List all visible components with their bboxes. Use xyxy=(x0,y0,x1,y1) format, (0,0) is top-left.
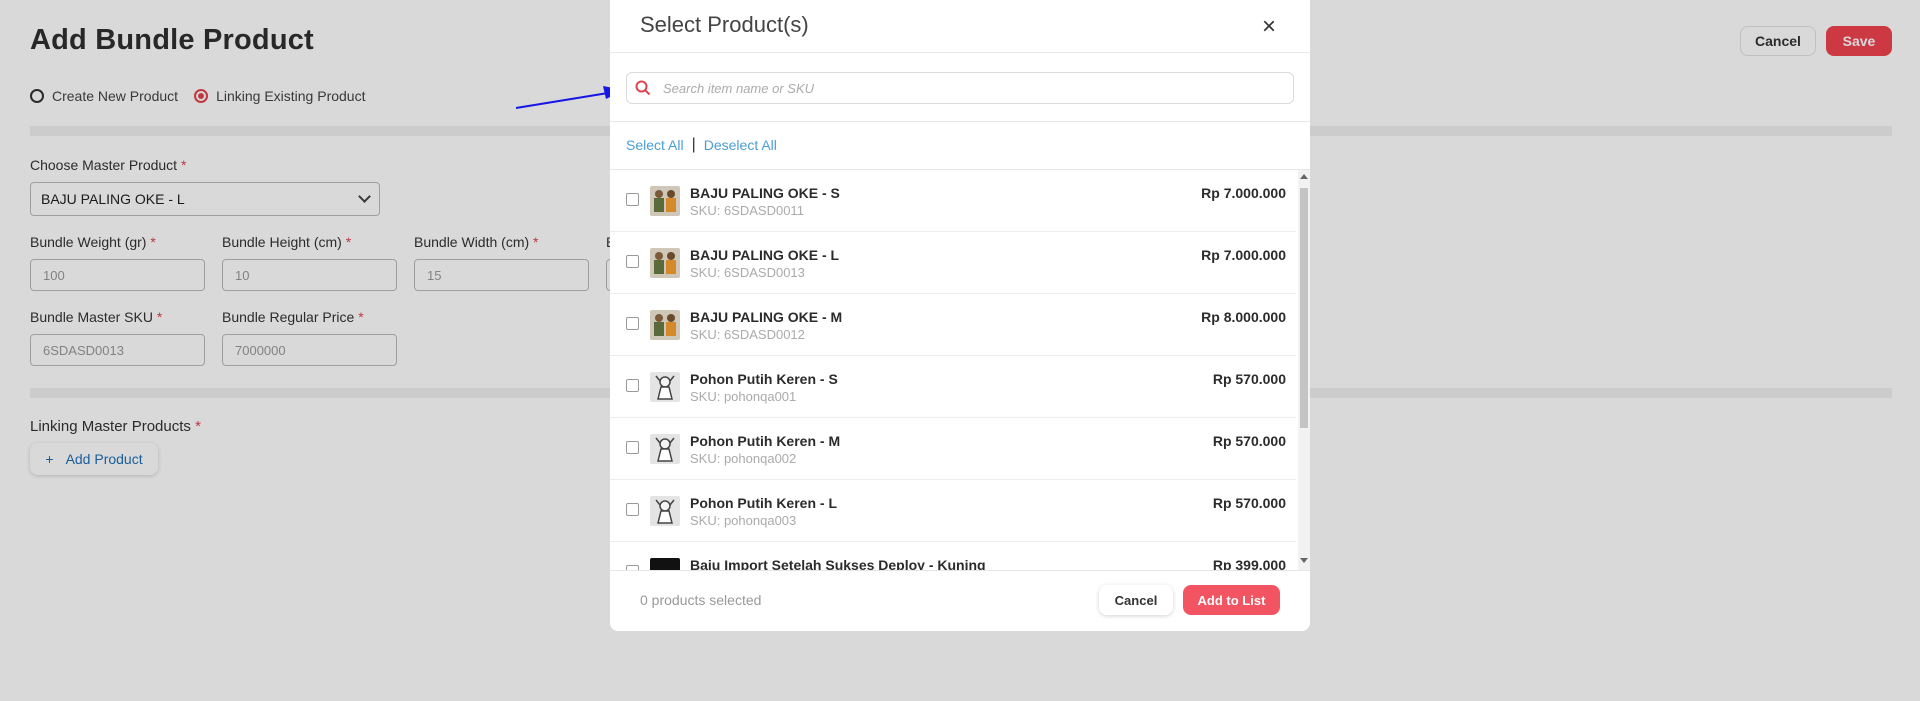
product-checkbox[interactable] xyxy=(626,503,639,516)
product-name: Pohon Putih Keren - S xyxy=(690,371,838,387)
select-all-link[interactable]: Select All xyxy=(626,137,684,153)
selected-count: 0 products selected xyxy=(640,592,762,608)
product-checkbox[interactable] xyxy=(626,379,639,392)
modal-title: Select Product(s) xyxy=(640,12,809,37)
product-price: Rp 570.000 xyxy=(1212,433,1286,449)
select-products-modal: Select Product(s) × Select All | Deselec… xyxy=(610,0,1310,631)
product-sku: SKU: 6SDASD0013 xyxy=(690,265,805,280)
product-row[interactable]: BAJU PALING OKE - L SKU: 6SDASD0013 Rp 7… xyxy=(610,232,1296,294)
people-thumb-icon xyxy=(650,186,680,216)
product-checkbox[interactable] xyxy=(626,441,639,454)
close-icon[interactable]: × xyxy=(1258,15,1280,39)
product-checkbox[interactable] xyxy=(626,255,639,268)
modal-divider xyxy=(610,570,1310,571)
modal-divider xyxy=(610,52,1310,53)
product-price: Rp 399.000 xyxy=(1212,557,1286,570)
deselect-all-link[interactable]: Deselect All xyxy=(704,137,777,153)
scrollbar-thumb[interactable] xyxy=(1300,188,1308,428)
product-price: Rp 570.000 xyxy=(1212,371,1286,387)
product-row[interactable]: Baju Import Setelah Sukses Deploy - Kuni… xyxy=(610,542,1296,570)
add-to-list-button[interactable]: Add to List xyxy=(1183,585,1280,615)
product-name: BAJU PALING OKE - M xyxy=(690,309,843,325)
product-list: BAJU PALING OKE - S SKU: 6SDASD0011 Rp 7… xyxy=(610,170,1296,570)
product-name: Baju Import Setelah Sukses Deploy - Kuni… xyxy=(690,557,986,570)
selection-controls: Select All | Deselect All xyxy=(626,136,777,154)
product-name: BAJU PALING OKE - S xyxy=(690,185,840,201)
scroll-down-icon[interactable] xyxy=(1300,558,1308,563)
product-name: Pohon Putih Keren - L xyxy=(690,495,837,511)
product-sku: SKU: pohonqa001 xyxy=(690,389,797,404)
modal-divider xyxy=(610,121,1310,122)
product-list-scrollbar[interactable] xyxy=(1298,170,1310,570)
product-price: Rp 570.000 xyxy=(1212,495,1286,511)
product-sku: SKU: pohonqa002 xyxy=(690,451,797,466)
product-checkbox[interactable] xyxy=(626,193,639,206)
figure-thumb-icon xyxy=(650,372,680,402)
separator: | xyxy=(691,136,696,153)
product-row[interactable]: Pohon Putih Keren - M SKU: pohonqa002 Rp… xyxy=(610,418,1296,480)
scroll-up-icon[interactable] xyxy=(1300,174,1308,179)
figure-thumb-icon xyxy=(650,496,680,526)
product-row[interactable]: BAJU PALING OKE - M SKU: 6SDASD0012 Rp 8… xyxy=(610,294,1296,356)
product-sku: SKU: 6SDASD0011 xyxy=(690,203,804,218)
product-row[interactable]: BAJU PALING OKE - S SKU: 6SDASD0011 Rp 7… xyxy=(610,170,1296,232)
figure-thumb-icon xyxy=(650,434,680,464)
product-sku: SKU: 6SDASD0012 xyxy=(690,327,805,342)
product-checkbox[interactable] xyxy=(626,317,639,330)
product-name: BAJU PALING OKE - L xyxy=(690,247,840,263)
dark-thumb-icon xyxy=(650,558,680,570)
search-icon xyxy=(635,80,651,96)
product-name: Pohon Putih Keren - M xyxy=(690,433,841,449)
product-price: Rp 8.000.000 xyxy=(1201,309,1286,325)
people-thumb-icon xyxy=(650,310,680,340)
product-row[interactable]: Pohon Putih Keren - L SKU: pohonqa003 Rp… xyxy=(610,480,1296,542)
modal-cancel-button[interactable]: Cancel xyxy=(1099,585,1173,615)
product-price: Rp 7.000.000 xyxy=(1201,185,1286,201)
product-sku: SKU: pohonqa003 xyxy=(690,513,797,528)
people-thumb-icon xyxy=(650,248,680,278)
search-input[interactable] xyxy=(663,80,1293,96)
product-row[interactable]: Pohon Putih Keren - S SKU: pohonqa001 Rp… xyxy=(610,356,1296,418)
product-price: Rp 7.000.000 xyxy=(1201,247,1286,263)
search-box xyxy=(626,72,1294,104)
